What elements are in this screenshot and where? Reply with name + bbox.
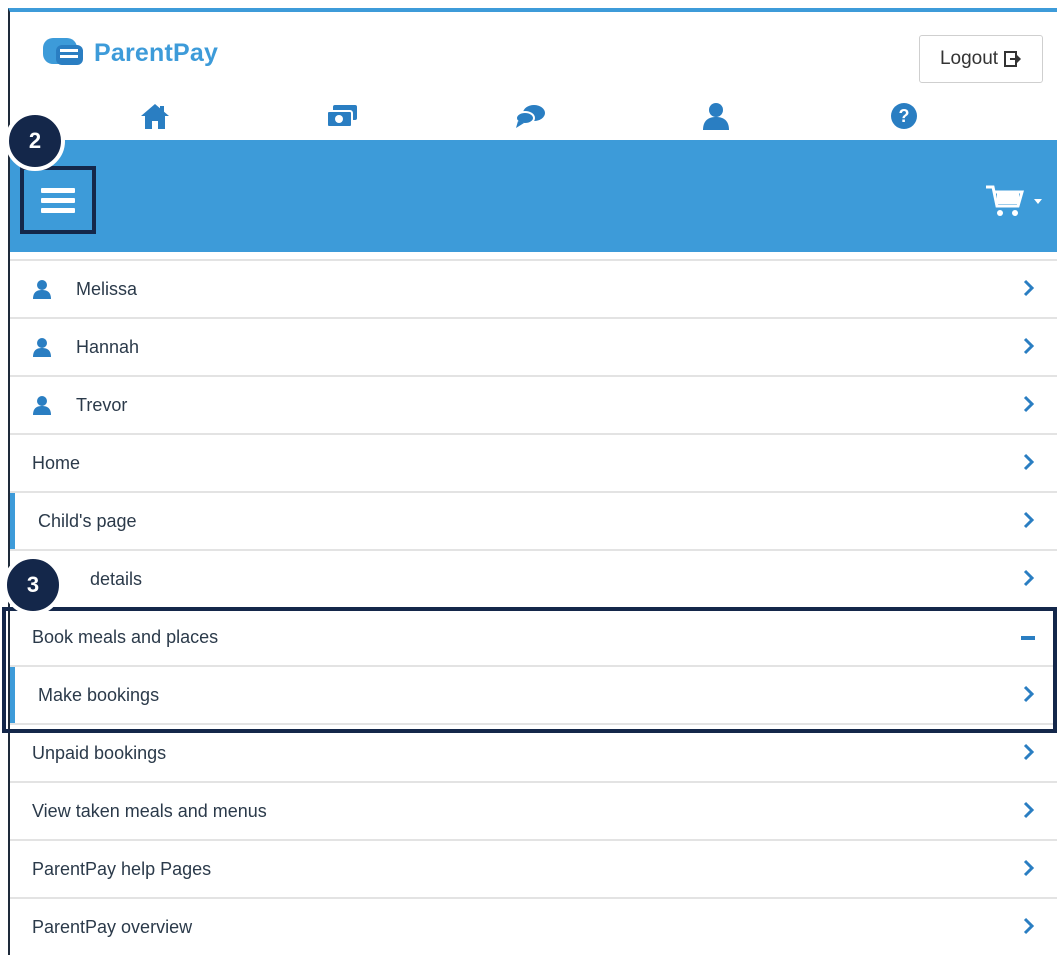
menu-item-unpaid-bookings[interactable]: Unpaid bookings <box>10 723 1057 781</box>
menu-item-child-hannah[interactable]: Hannah <box>10 317 1057 375</box>
caret-down-icon <box>1034 199 1042 204</box>
top-bar: ParentPay Logout ? <box>10 12 1057 140</box>
chevron-right-icon <box>1023 801 1035 819</box>
help-icon[interactable]: ? <box>886 98 922 134</box>
logout-button[interactable]: Logout <box>919 35 1043 83</box>
payments-icon[interactable] <box>324 98 360 134</box>
basket-button[interactable] <box>985 184 1043 218</box>
menu-item-label: ParentPay overview <box>32 916 193 937</box>
menu-item-label: Hannah <box>76 336 140 357</box>
brand-name: ParentPay <box>94 38 219 67</box>
app-frame: ParentPay Logout ? Melissa Hannah Trevor… <box>8 8 1057 955</box>
menu-item-label: Trevor <box>76 394 128 415</box>
menu-item-view-meals[interactable]: View taken meals and menus <box>10 781 1057 839</box>
chevron-right-icon <box>1023 337 1035 355</box>
menu-item-label: Book meals and places <box>32 626 219 647</box>
menu-bar <box>10 140 1057 252</box>
hamburger-line <box>41 197 75 203</box>
chevron-right-icon <box>1023 279 1035 297</box>
parentpay-logo-icon <box>43 38 83 65</box>
menu-item-child-trevor[interactable]: Trevor <box>10 375 1057 433</box>
side-menu: Melissa Hannah Trevor Home Child's page <box>10 259 1057 955</box>
menu-item-label: Melissa <box>76 278 138 299</box>
messages-icon[interactable] <box>512 98 548 134</box>
menu-item-child-melissa[interactable]: Melissa <box>10 259 1057 317</box>
logout-label: Logout <box>939 48 999 69</box>
menu-item-overview[interactable]: ParentPay overview <box>10 897 1057 955</box>
step-2-badge: 2 <box>5 111 65 171</box>
hamburger-line <box>41 207 75 213</box>
home-icon[interactable] <box>137 98 173 134</box>
chevron-right-icon <box>1023 743 1035 761</box>
child-icon <box>33 396 51 415</box>
svg-text:?: ? <box>899 106 910 126</box>
menu-item-label: Child's page <box>38 510 137 531</box>
chevron-right-icon <box>1023 395 1035 413</box>
menu-item-childs-page[interactable]: Child's page <box>10 491 1057 549</box>
profile-icon[interactable] <box>698 98 734 134</box>
menu-item-label: Make bookings <box>38 684 160 705</box>
menu-item-label: View taken meals and menus <box>32 800 267 821</box>
child-icon <box>33 338 51 357</box>
menu-item-details[interactable]: details <box>10 549 1057 607</box>
chevron-right-icon <box>1023 511 1035 529</box>
menu-item-book-meals[interactable]: Book meals and places <box>10 607 1057 665</box>
step-3-badge: 3 <box>3 555 63 615</box>
chevron-right-icon <box>1023 569 1035 587</box>
hamburger-menu-button[interactable] <box>20 166 96 234</box>
menu-item-home[interactable]: Home <box>10 433 1057 491</box>
child-icon <box>33 280 51 299</box>
collapse-icon <box>1021 636 1035 640</box>
hamburger-line <box>41 187 75 193</box>
main-nav: ? <box>10 98 1057 134</box>
menu-item-label: details <box>90 568 143 589</box>
menu-item-help-pages[interactable]: ParentPay help Pages <box>10 839 1057 897</box>
menu-item-make-bookings[interactable]: Make bookings <box>10 665 1057 723</box>
menu-item-label: Unpaid bookings <box>32 742 167 763</box>
chevron-right-icon <box>1023 453 1035 471</box>
chevron-right-icon <box>1023 859 1035 877</box>
parentpay-logo[interactable]: ParentPay <box>40 36 218 70</box>
menu-item-label: ParentPay help Pages <box>32 858 212 879</box>
chevron-right-icon <box>1023 685 1035 703</box>
cart-icon <box>986 185 1024 216</box>
chevron-right-icon <box>1023 917 1035 935</box>
logout-icon <box>1004 51 1022 67</box>
menu-item-label: Home <box>32 452 81 473</box>
